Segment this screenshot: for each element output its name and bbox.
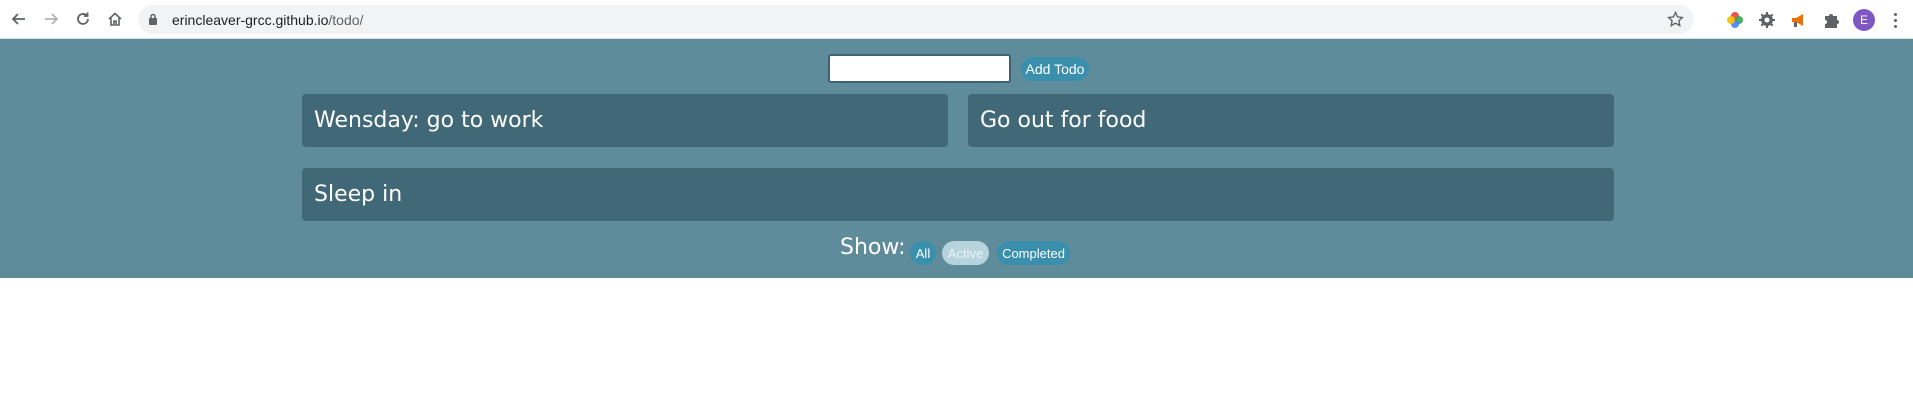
- todo-item-text: Wensday: go to work: [314, 108, 544, 133]
- url-text[interactable]: erincleaver-grcc.github.io/todo/: [172, 12, 363, 28]
- home-icon[interactable]: [104, 8, 126, 30]
- todo-app: Add Todo Wensday: go to work Go out for …: [0, 39, 1913, 278]
- todo-item-text: Go out for food: [980, 108, 1147, 133]
- todo-input[interactable]: [828, 54, 1011, 83]
- browser-menu-icon[interactable]: [1890, 9, 1900, 31]
- gear-extension-icon[interactable]: [1756, 9, 1778, 31]
- show-label: Show:: [840, 235, 906, 260]
- filter-all-button[interactable]: All: [910, 241, 936, 265]
- bookmark-star-icon[interactable]: [1667, 10, 1684, 33]
- filter-completed-button[interactable]: Completed: [997, 241, 1070, 265]
- lock-icon[interactable]: [148, 13, 158, 31]
- todo-item-text: Sleep in: [314, 182, 403, 207]
- url-host: erincleaver-grcc.github.io: [172, 12, 329, 28]
- todo-item[interactable]: Go out for food: [968, 94, 1614, 147]
- todo-item[interactable]: Sleep in: [302, 168, 1614, 221]
- url-path: /todo/: [328, 12, 364, 28]
- forward-icon[interactable]: [40, 8, 62, 30]
- browser-toolbar: erincleaver-grcc.github.io/todo/ E: [0, 0, 1913, 39]
- profile-avatar[interactable]: E: [1853, 9, 1875, 31]
- megaphone-icon[interactable]: [1788, 9, 1810, 31]
- color-wheel-icon[interactable]: [1724, 9, 1746, 31]
- back-icon[interactable]: [8, 8, 30, 30]
- puzzle-icon[interactable]: [1820, 9, 1842, 31]
- todo-item[interactable]: Wensday: go to work: [302, 94, 948, 147]
- reload-icon[interactable]: [72, 8, 94, 30]
- add-todo-button[interactable]: Add Todo: [1021, 57, 1089, 81]
- filter-active-button[interactable]: Active: [942, 241, 989, 265]
- address-bar[interactable]: erincleaver-grcc.github.io/todo/: [138, 5, 1694, 34]
